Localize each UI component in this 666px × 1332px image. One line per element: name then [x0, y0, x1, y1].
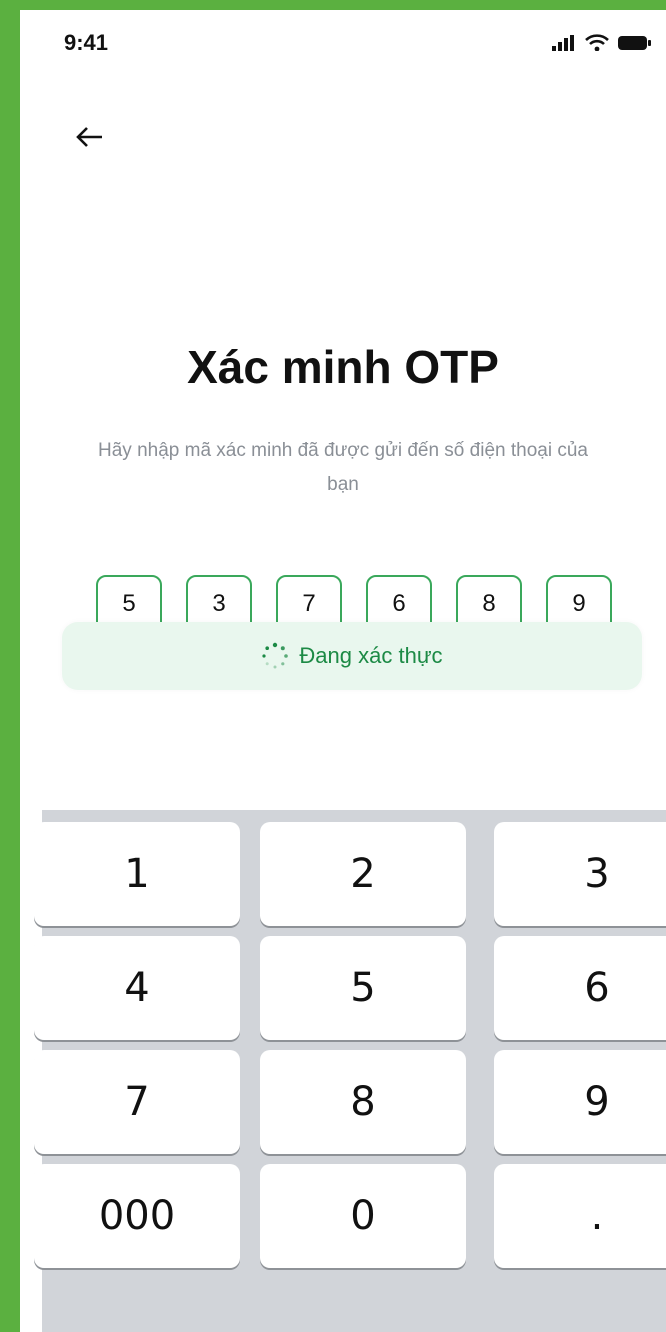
arrow-left-icon: [76, 127, 102, 147]
key-6[interactable]: 6: [494, 936, 666, 1040]
verifying-text: Đang xác thực: [299, 643, 443, 668]
status-time: 9:41: [64, 30, 109, 55]
key-7[interactable]: 7: [34, 1050, 240, 1154]
status-bar: 9:41: [20, 10, 666, 70]
wifi-icon: [585, 34, 609, 51]
loading-spinner-icon: [262, 642, 289, 669]
numeric-keypad: 1 2 3 4 5 6 7 8 9 000 0 .: [34, 810, 666, 1332]
key-2[interactable]: 2: [260, 822, 466, 926]
key-9[interactable]: 9: [494, 1050, 666, 1154]
battery-icon: [618, 36, 651, 50]
key-0[interactable]: 0: [260, 1164, 466, 1268]
back-button[interactable]: [72, 120, 112, 160]
key-5[interactable]: 5: [260, 936, 466, 1040]
signal-icon: [552, 35, 574, 51]
page-subtitle: Hãy nhập mã xác minh đã được gửi đến số …: [98, 440, 588, 495]
status-icons: [552, 34, 652, 51]
page-title: Xác minh OTP: [187, 341, 499, 393]
key-4[interactable]: 4: [34, 936, 240, 1040]
verifying-banner: Đang xác thực: [62, 622, 642, 690]
key-decimal[interactable]: .: [494, 1164, 666, 1268]
key-1[interactable]: 1: [34, 822, 240, 926]
key-3[interactable]: 3: [494, 822, 666, 926]
key-000[interactable]: 000: [34, 1164, 240, 1268]
key-8[interactable]: 8: [260, 1050, 466, 1154]
phone-screen: 9:41 Xác minh OTP Hãy nhập mã xác minh đ…: [20, 10, 666, 1332]
